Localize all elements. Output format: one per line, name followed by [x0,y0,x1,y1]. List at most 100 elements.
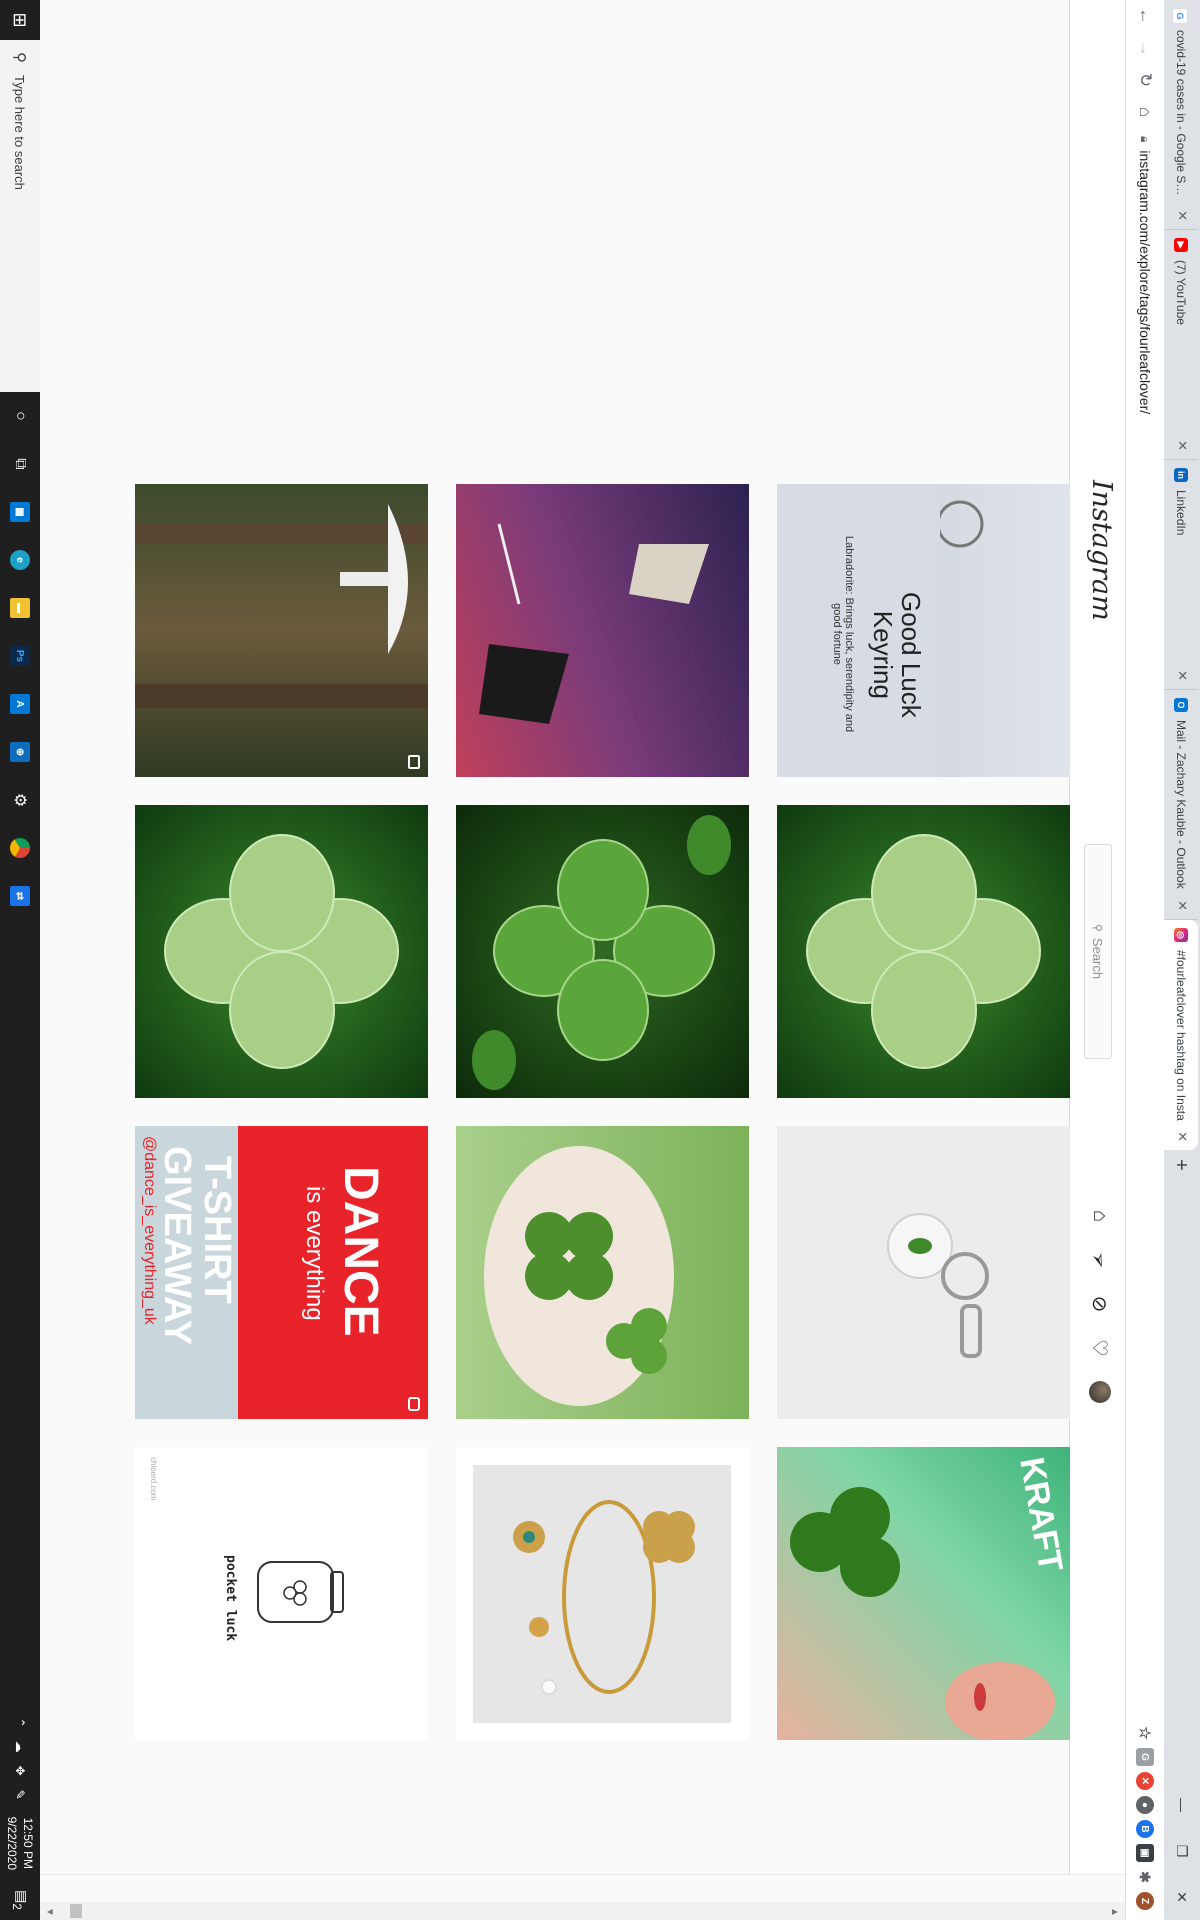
clover-image [806,834,1041,1069]
instagram-nav: ⌂ ➢ ⊘ ♡ [1086,1205,1114,1403]
tab-instagram[interactable]: ◎ #fourleafclover hashtag on Insta ✕ [1164,920,1198,1150]
clover-image [164,834,399,1069]
notification-count: 2 [10,1903,24,1910]
clock-date: 9/22/2020 [5,1816,19,1870]
close-icon[interactable]: ✕ [1174,900,1190,911]
red-extension-icon[interactable]: ✕ [1136,1772,1154,1790]
post-dew-clover-1[interactable] [777,805,1070,1098]
profile-avatar[interactable] [1089,1381,1111,1403]
window-controls: — ❐ ✕ [1164,1782,1200,1920]
post-gold-bracelet[interactable] [456,1447,749,1740]
home-icon[interactable]: ⌂ [1089,1205,1112,1227]
dance-big-text: DANCE [334,1166,387,1337]
tab-linkedin[interactable]: in LinkedIn ✕ [1164,460,1198,690]
post-anime-art[interactable] [456,484,749,777]
clover-patch-image [472,815,731,1090]
mushroom-image [135,504,428,708]
edge-icon[interactable]: e [0,536,40,584]
cortana-icon[interactable]: ○ [0,392,40,440]
windows-taskbar: ⊞ ⚲ Type here to search ○ ⧉ ▦ e ▬ Ps A ⊕… [0,0,40,1920]
close-window-button[interactable]: ✕ [1164,1874,1200,1920]
scroll-up-icon[interactable]: ▲ [1109,1907,1120,1917]
chrome-icon[interactable] [0,824,40,872]
dance-small-text: is everything [301,1186,328,1321]
pocket-luck-caption: pocket luck [223,1555,238,1642]
scrollbar-thumb[interactable] [70,1904,82,1918]
file-explorer-icon[interactable]: ▬ [0,584,40,632]
post-mushroom-forest[interactable] [135,484,428,777]
settings-icon[interactable]: ⚙ [0,776,40,824]
dropbox-icon[interactable]: ✥ [13,1759,27,1783]
google-icon: G [1172,8,1188,24]
post-clovers-on-palm[interactable] [456,1126,749,1419]
photo-extension-icon[interactable]: ▣ [1136,1844,1154,1862]
windows-start-icon[interactable]: ⊞ [0,0,40,40]
azure-icon[interactable]: A [0,680,40,728]
pen-icon[interactable]: ✎ [13,1783,27,1807]
explore-icon[interactable]: ⊘ [1089,1293,1111,1315]
dance-handle: @dance_is_everything_uk [141,1136,158,1325]
close-icon[interactable]: ✕ [1174,440,1190,451]
new-tab-button[interactable]: + [1164,1150,1198,1180]
maximize-button[interactable]: ❐ [1164,1828,1200,1874]
taskbar-search-box[interactable]: ⚲ Type here to search [0,40,40,392]
tab-label: LinkedIn [1174,490,1188,536]
chevron-up-icon[interactable]: ⌃ [13,1711,27,1735]
url-text: instagram.com/explore/tags/fourleafclove… [1137,150,1153,415]
post-dance-tshirt[interactable]: DANCE is everything T-SHIRT GIVEAWAY @da… [135,1126,428,1419]
tab-youtube[interactable]: ▶ (7) YouTube ✕ [1164,230,1198,460]
instagram-logo[interactable]: Instagram [1086,480,1117,621]
post-resin-keychain[interactable] [777,1126,1070,1419]
minimize-button[interactable]: — [1164,1782,1200,1828]
search-placeholder: Search [1090,937,1106,980]
carousel-icon [408,755,420,769]
close-icon[interactable]: ✕ [1174,1131,1190,1142]
dark-extension-icon[interactable]: ● [1136,1796,1154,1814]
task-view-icon[interactable]: ⧉ [0,440,40,488]
close-icon[interactable]: ✕ [1174,670,1190,681]
store-icon[interactable]: ▦ [0,488,40,536]
scrollbar-track[interactable] [40,1902,1125,1920]
search-input[interactable]: ⚲ Search [1084,844,1112,1059]
clock-time: 12:50 PM [21,1817,35,1869]
back-icon[interactable]: ← [1129,0,1161,32]
post-grid: Good Luck Keyring Labradorite: Brings lu… [40,0,1070,1875]
home-icon[interactable]: ⌂ [1129,96,1161,128]
g-extension-icon[interactable]: G [1136,1748,1154,1766]
close-icon[interactable]: ✕ [1174,210,1190,221]
post-dew-clover-2[interactable] [135,805,428,1098]
rotated-screen: G covid-19 cases in - Google Searc ✕ ▶ (… [0,0,1200,1920]
profile-icon[interactable]: Z [1136,1892,1154,1910]
post-clover-patch[interactable] [456,805,749,1098]
scroll-down-icon[interactable]: ▼ [44,1907,55,1917]
post-clover-in-hand[interactable]: KRAFT [777,1447,1070,1740]
tab-label: covid-19 cases in - Google Searc [1174,30,1188,201]
post-pocket-luck[interactable]: pocket luck chloerd.com [135,1447,428,1740]
remote-desktop-icon[interactable]: ⇄ [0,872,40,920]
blue-extension-icon[interactable]: B [1136,1820,1154,1838]
post-keyring-card[interactable]: Good Luck Keyring Labradorite: Brings lu… [777,484,1070,777]
activity-icon[interactable]: ♡ [1089,1337,1111,1359]
address-bar[interactable]: 🔒︎ instagram.com/explore/tags/fourleafcl… [1131,136,1159,1516]
tab-label: Mail - Zachary Kauble - Outlook [1174,720,1188,889]
tab-strip: G covid-19 cases in - Google Searc ✕ ▶ (… [1164,0,1200,1920]
star-icon[interactable]: ☆ [1136,1724,1154,1742]
reload-icon[interactable]: ↻ [1129,64,1161,96]
outlook-icon: O [1174,698,1188,712]
network-app-icon[interactable]: ⊕ [0,728,40,776]
video-icon [408,1397,420,1411]
notification-icon[interactable]: ▤2 [10,1880,30,1920]
lock-icon: 🔒︎ [1138,136,1153,143]
taskbar-search-placeholder: Type here to search [12,75,28,190]
forward-icon[interactable]: → [1129,32,1161,64]
tshirt-text: T-SHIRT [196,1156,238,1304]
clock[interactable]: 12:50 PM 9/22/2020 [4,1817,36,1870]
puzzle-icon[interactable]: ✱ [1136,1868,1154,1886]
photoshop-icon[interactable]: Ps [0,632,40,680]
tab-outlook[interactable]: O Mail - Zachary Kauble - Outlook ✕ [1164,690,1198,920]
direct-icon[interactable]: ➢ [1086,1246,1114,1274]
cloud-icon[interactable]: ☁ [13,1735,27,1759]
instagram-icon: ◎ [1174,928,1188,942]
tab-google-search[interactable]: G covid-19 cases in - Google Searc ✕ [1164,0,1198,230]
extensions-area: ☆ G ✕ ● B ▣ ✱ Z [1136,1724,1154,1920]
